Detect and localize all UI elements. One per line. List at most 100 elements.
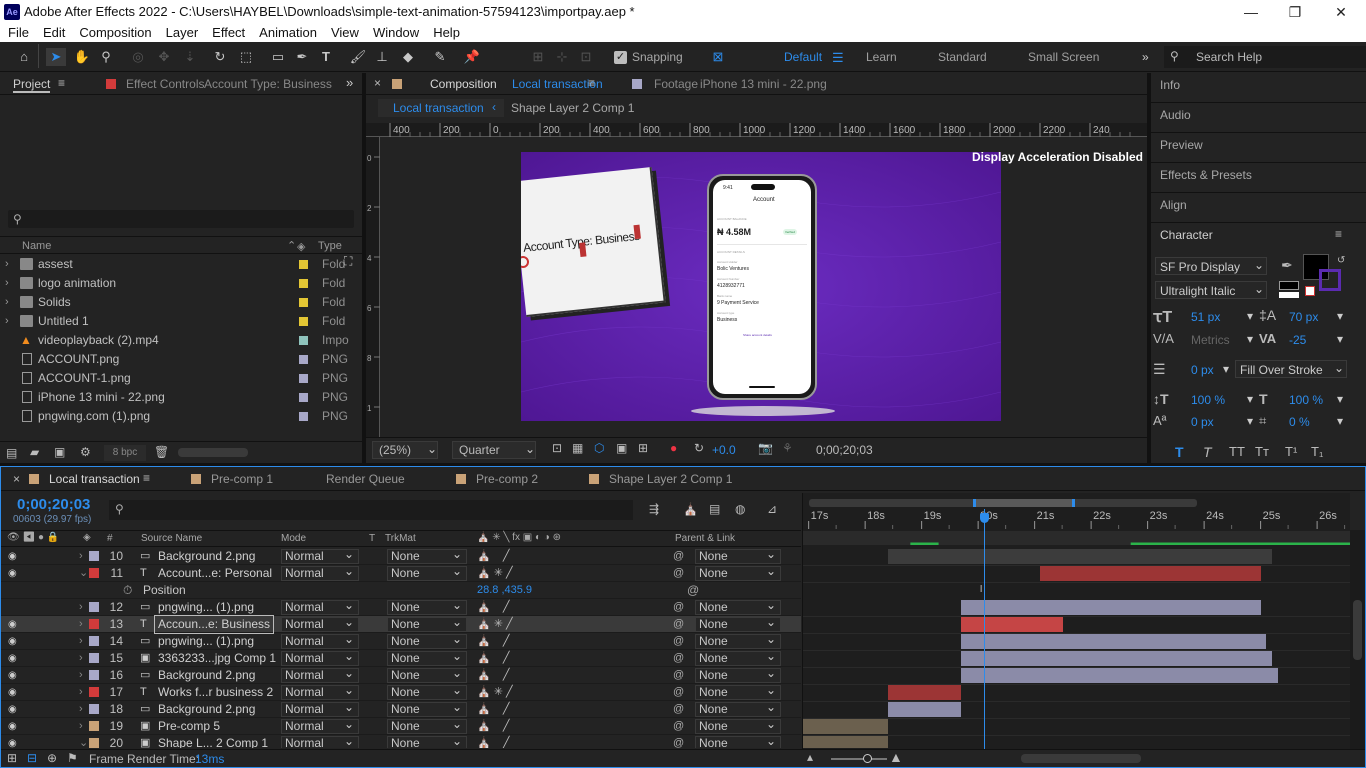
- blend-mode-dropdown[interactable]: Normal: [281, 599, 359, 615]
- eraser-tool-icon[interactable]: ◆: [398, 48, 418, 66]
- pick-whip-icon[interactable]: @: [673, 684, 684, 701]
- visibility-eye-icon[interactable]: ◉: [8, 616, 17, 633]
- timeline-layer-row[interactable]: ◉ › 17 T Works f...r business 2 Normal None ⛪ ✳…: [1, 684, 801, 701]
- layer-duration-bar[interactable]: [961, 617, 1063, 632]
- layer-duration-bar[interactable]: [961, 651, 1272, 666]
- zoom-in-icon[interactable]: ▲: [889, 749, 903, 765]
- adjust-project-settings-icon[interactable]: ⚙: [80, 445, 91, 459]
- time-navigator-handle[interactable]: [973, 499, 1075, 507]
- bit-depth-button[interactable]: 8 bpc: [104, 445, 146, 461]
- blend-mode-dropdown[interactable]: Normal: [281, 701, 359, 717]
- breadcrumb-active[interactable]: Local transaction ‹: [378, 99, 504, 117]
- layer-label-swatch[interactable]: [89, 687, 99, 697]
- layer-label-swatch[interactable]: [89, 619, 99, 629]
- layer-switches[interactable]: ⛪ ╱: [477, 633, 510, 650]
- project-item[interactable]: › logo animation Fold: [0, 274, 360, 293]
- subscript-icon[interactable]: T₁: [1311, 444, 1323, 459]
- stroke-type-dropdown[interactable]: Fill Over Stroke ⌄: [1235, 360, 1347, 378]
- world-axis-icon[interactable]: ⊹: [552, 48, 572, 66]
- layer-switches[interactable]: ⛪ ╱: [477, 718, 510, 735]
- clone-stamp-tool-icon[interactable]: ⊥: [372, 48, 392, 66]
- timeline-horizontal-scrollbar[interactable]: [1021, 754, 1141, 763]
- layer-switches-icon[interactable]: ⊞: [7, 751, 17, 765]
- visibility-eye-icon[interactable]: ◉: [8, 667, 17, 684]
- anchor-point-tool-icon[interactable]: ⬚: [236, 48, 256, 66]
- chevron-right-icon[interactable]: ›: [5, 293, 9, 312]
- more-workspaces-icon[interactable]: »: [1142, 50, 1149, 64]
- layer-label-swatch[interactable]: [89, 636, 99, 646]
- comp-canvas[interactable]: Account Type: Business 9:41 Account ACCO…: [521, 152, 1001, 421]
- stopwatch-icon[interactable]: ⏱: [123, 582, 132, 599]
- layer-duration-bar[interactable]: [887, 702, 962, 717]
- layer-switches[interactable]: ⛪ ╱: [477, 667, 510, 684]
- breadcrumb-shape-layer[interactable]: Shape Layer 2 Comp 1: [511, 101, 634, 115]
- font-style-dropdown[interactable]: Ultralight Italic ⌄: [1155, 281, 1267, 299]
- project-item[interactable]: › assest Fold: [0, 255, 360, 274]
- pick-whip-icon[interactable]: @: [673, 565, 684, 582]
- region-of-interest-icon[interactable]: ▣: [616, 441, 627, 455]
- column-sort-icon[interactable]: ⌃: [287, 239, 296, 252]
- timeline-layer-row[interactable]: ◉ › 14 ▭ pngwing... (1).png Normal None ⛪ ╱ @ Non…: [1, 633, 801, 650]
- layer-name[interactable]: Accoun...e: Business: [153, 615, 275, 634]
- menu-file[interactable]: File: [8, 24, 29, 42]
- layer-name[interactable]: 3363233...jpg Comp 1: [158, 650, 276, 667]
- twirl-arrow-icon[interactable]: ›: [79, 650, 83, 667]
- snap-options-icon[interactable]: ⊠: [708, 48, 728, 66]
- orbit-camera-icon[interactable]: ◎: [128, 48, 148, 66]
- leading-value[interactable]: 70 px: [1289, 310, 1318, 324]
- twirl-arrow-icon[interactable]: ›: [79, 548, 83, 565]
- menu-edit[interactable]: Edit: [43, 24, 65, 42]
- playhead-handle[interactable]: [979, 513, 989, 523]
- baseline-shift-value[interactable]: 0 px: [1191, 415, 1214, 429]
- project-item[interactable]: ▲ videoplayback (2).mp4 Impo: [0, 331, 360, 350]
- minimize-button[interactable]: —: [1228, 0, 1274, 24]
- timeline-layer-row[interactable]: ◉ ⌄ 11 T Account...e: Personal Normal None ⛪ ✳ …: [1, 565, 801, 582]
- layer-duration-bar[interactable]: [803, 736, 888, 748]
- workspace-menu-icon[interactable]: ☰: [832, 50, 844, 66]
- type-tool-icon[interactable]: T: [316, 48, 336, 66]
- visibility-eye-icon[interactable]: ◉: [8, 633, 17, 650]
- snapshot-icon[interactable]: 📷: [758, 441, 773, 455]
- graph-editor-icon[interactable]: ⊿: [767, 502, 777, 516]
- layer-duration-bar[interactable]: [961, 668, 1278, 683]
- view-axis-icon[interactable]: ⊡: [576, 48, 596, 66]
- playhead[interactable]: [983, 509, 985, 749]
- timeline-layer-row[interactable]: ◉ › 18 ▭ Background 2.png Normal None ⛪ ╱ @ None: [1, 701, 801, 718]
- zoom-slider-handle[interactable]: [863, 754, 872, 763]
- visibility-eye-icon[interactable]: ◉: [8, 684, 17, 701]
- blend-mode-dropdown[interactable]: Normal: [281, 616, 359, 632]
- font-size-value[interactable]: 51 px: [1191, 310, 1220, 324]
- tab-effect-controls[interactable]: Effect Controls: [126, 77, 204, 91]
- scrollbar-thumb[interactable]: [1353, 600, 1362, 660]
- blend-mode-dropdown[interactable]: Normal: [281, 684, 359, 700]
- flowchart-icon[interactable]: ⛶: [344, 254, 352, 269]
- workspace-small-screen[interactable]: Small Screen: [1028, 50, 1099, 64]
- blend-mode-dropdown[interactable]: Normal: [281, 667, 359, 683]
- zoom-out-icon[interactable]: ▴: [807, 750, 813, 764]
- project-item[interactable]: ACCOUNT-1.png PNG: [0, 369, 360, 388]
- chevron-right-icon[interactable]: ›: [5, 255, 9, 274]
- hand-tool-icon[interactable]: ✋: [72, 48, 92, 66]
- panel-menu-icon[interactable]: ≡: [1335, 227, 1342, 241]
- layer-duration-bar[interactable]: [961, 634, 1267, 649]
- label-color-swatch[interactable]: [299, 336, 308, 345]
- parent-dropdown[interactable]: None: [695, 684, 781, 700]
- mask-visibility-icon[interactable]: ⬡: [594, 441, 604, 455]
- pick-whip-icon[interactable]: @: [673, 735, 684, 748]
- layer-switches[interactable]: ⛪ ╱: [477, 735, 510, 748]
- tab-footage-prefix[interactable]: Footage: [654, 77, 698, 91]
- pick-whip-icon[interactable]: @: [673, 548, 684, 565]
- project-item[interactable]: pngwing.com (1).png PNG: [0, 407, 360, 426]
- search-help-field[interactable]: ⚲ Search Help: [1164, 46, 1366, 68]
- twirl-arrow-icon[interactable]: ›: [79, 701, 83, 718]
- parent-dropdown[interactable]: None: [695, 667, 781, 683]
- align-panel-header[interactable]: Align: [1151, 193, 1366, 223]
- eyedropper-icon[interactable]: ✒: [1281, 257, 1293, 274]
- set-fill-black-icon[interactable]: [1279, 281, 1299, 290]
- tracking-value[interactable]: -25: [1289, 333, 1306, 347]
- stroke-color-swatch[interactable]: [1319, 269, 1341, 291]
- tab-footage-name[interactable]: iPhone 13 mini - 22.png: [700, 77, 827, 91]
- interpret-footage-icon[interactable]: ▤: [6, 446, 17, 460]
- track-matte-dropdown[interactable]: None: [387, 684, 467, 700]
- small-caps-icon[interactable]: Tт: [1255, 444, 1269, 459]
